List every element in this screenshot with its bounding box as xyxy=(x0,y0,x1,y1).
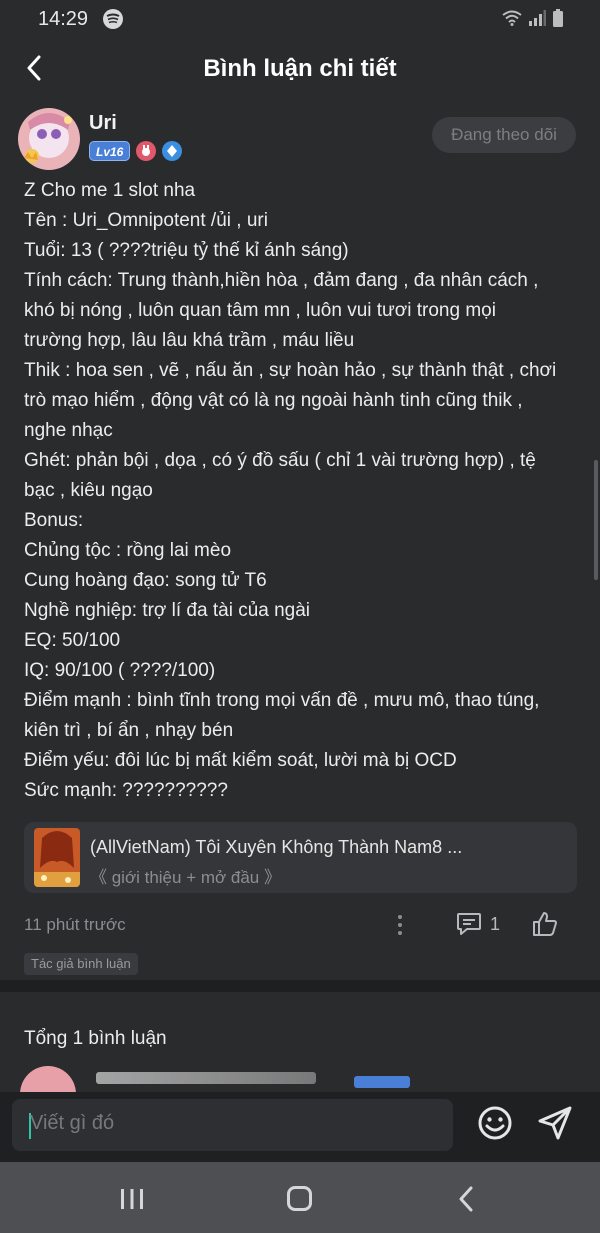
comment-line: nghe nhạc xyxy=(24,420,113,441)
comment-line: Thik : hoa sen , vẽ , nấu ăn , sự hoàn h… xyxy=(24,360,557,381)
signal-icon xyxy=(529,10,546,26)
timestamp: 11 phút trước xyxy=(24,915,126,934)
comment-line: Cung hoàng đạo: song tử T6 xyxy=(24,570,267,591)
comment-line: Tính cách: Trung thành,hiền hòa , đảm đa… xyxy=(24,270,539,291)
comment-line: Tên : Uri_Omnipotent /ủi , uri xyxy=(24,210,268,231)
chevron-left-icon xyxy=(459,1186,473,1212)
comment-line: khó bị nóng , luôn quan tâm mn , luôn vu… xyxy=(24,300,496,321)
page-title: Bình luận chi tiết xyxy=(203,55,397,82)
status-time: 14:29 xyxy=(38,8,89,30)
reply-total: Tổng 1 bình luận xyxy=(24,1028,167,1049)
spotify-icon xyxy=(103,9,123,29)
avatar[interactable] xyxy=(20,1066,76,1092)
thumbs-up-icon xyxy=(533,912,557,936)
comment-input[interactable]: Viết gì đó xyxy=(12,1099,453,1151)
comment-line: Chủng tộc : rồng lai mèo xyxy=(24,540,232,561)
comment-icon xyxy=(457,913,481,935)
story-cover xyxy=(34,828,80,887)
comment-line: trò mạo hiểm , động vật có là ng ngoài h… xyxy=(24,390,523,411)
story-link-card[interactable]: (AllVietNam) Tôi Xuyên Không Thành Nam8 … xyxy=(24,822,577,893)
emoji-button[interactable] xyxy=(476,1104,514,1147)
comment-line: trường hợp, lâu lâu khá trầm , máu liều xyxy=(24,330,355,351)
comment-line: Bonus: xyxy=(24,510,84,531)
comment-line: Z Cho me 1 slot nha xyxy=(24,180,196,201)
home-button[interactable] xyxy=(287,1186,312,1211)
story-subtitle: 《 giới thiệu + mở đầu 》 xyxy=(90,868,281,887)
recent-apps-button[interactable] xyxy=(120,1189,144,1214)
send-icon xyxy=(538,1106,572,1140)
battery-icon xyxy=(553,9,563,27)
replies-section: Tổng 1 bình luận xyxy=(0,992,600,1092)
comment-body: Z Cho me 1 slot nha Tên : Uri_Omnipotent… xyxy=(24,176,584,806)
comment-line: Tuổi: 13 ( ????triệu tỷ thế kỉ ánh sáng) xyxy=(24,240,349,261)
comment-line: EQ: 50/100 xyxy=(24,630,121,651)
comment-line: bạc , kiêu ngạo xyxy=(24,480,153,501)
system-back-button[interactable] xyxy=(458,1186,474,1217)
smile-icon xyxy=(478,1106,512,1140)
follow-button[interactable]: Đang theo dõi xyxy=(432,117,576,153)
wifi-icon xyxy=(502,10,522,26)
user-badges: Lv16 xyxy=(89,141,183,161)
diamond-badge-icon xyxy=(162,141,183,161)
scrollbar[interactable] xyxy=(594,460,598,580)
input-placeholder: Viết gì đó xyxy=(30,1112,115,1134)
author-tag: Tác giả bình luận xyxy=(24,953,138,975)
comment-detail: Uri Lv16 Đang theo dõi Z Cho me 1 slot n… xyxy=(0,100,600,980)
comment-line: Nghề nghiệp: trợ lí đa tài của ngài xyxy=(24,600,311,621)
level-badge: Lv16 xyxy=(89,141,131,161)
comment-meta: 11 phút trước 1 xyxy=(0,910,600,940)
comment-line: Điểm yếu: đôi lúc bị mất kiểm soát, lười… xyxy=(24,750,457,771)
comment-line: IQ: 90/100 ( ????/100) xyxy=(24,660,216,681)
system-nav-bar xyxy=(0,1162,600,1233)
comment-line: kiên trì , bí ẩn , nhạy bén xyxy=(24,720,234,741)
reply-count: 1 xyxy=(490,913,501,934)
fan-badge-icon xyxy=(136,141,157,161)
recent-apps-icon xyxy=(121,1189,143,1209)
comment-line: Điểm mạnh : bình tĩnh trong mọi vấn đề ,… xyxy=(24,690,540,711)
send-button[interactable] xyxy=(536,1104,574,1147)
reply-button[interactable]: 1 xyxy=(456,912,500,936)
reply-username[interactable] xyxy=(96,1072,316,1084)
more-vertical-icon[interactable] xyxy=(392,912,408,938)
avatar[interactable] xyxy=(18,108,80,170)
comment-line: Ghét: phản bội , dọa , có ý đồ sấu ( chỉ… xyxy=(24,450,536,471)
app-bar: Bình luận chi tiết xyxy=(0,38,600,100)
username[interactable]: Uri xyxy=(89,112,117,135)
reply-badge xyxy=(354,1076,410,1088)
status-bar: 14:29 xyxy=(0,0,600,38)
like-button[interactable] xyxy=(532,911,558,942)
comment-input-bar: Viết gì đó xyxy=(0,1092,600,1162)
comment-line: Sức mạnh: ?????????? xyxy=(24,780,228,801)
story-title: (AllVietNam) Tôi Xuyên Không Thành Nam8 … xyxy=(90,837,463,857)
status-icons xyxy=(502,9,564,27)
